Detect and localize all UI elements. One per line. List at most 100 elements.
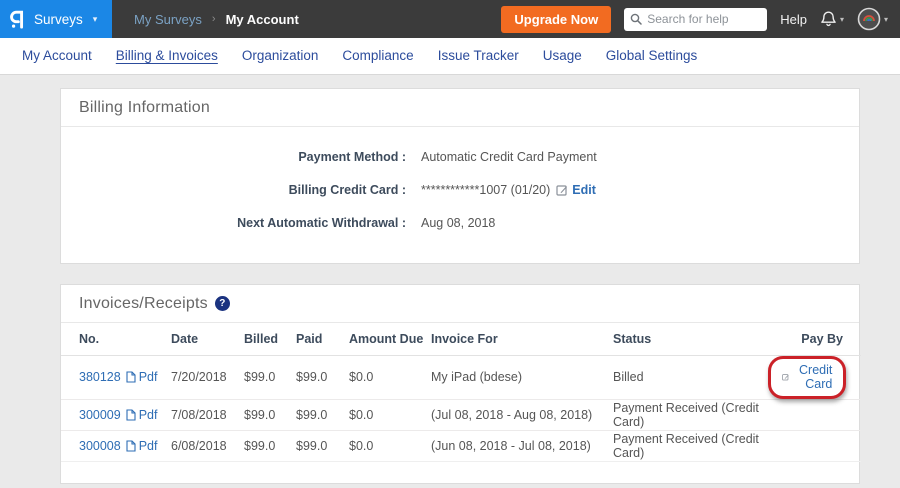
invoice-amount-due: $0.0 bbox=[349, 355, 431, 399]
col-billed: Billed bbox=[244, 323, 296, 355]
help-search[interactable] bbox=[624, 8, 767, 31]
invoice-paid: $99.0 bbox=[296, 430, 349, 461]
user-menu[interactable]: ▾ bbox=[857, 7, 888, 31]
invoice-amount-due: $0.0 bbox=[349, 430, 431, 461]
invoice-for: (Jul 08, 2018 - Aug 08, 2018) bbox=[431, 399, 613, 430]
bell-icon bbox=[820, 10, 837, 28]
billing-credit-card-label: Billing Credit Card : bbox=[61, 183, 406, 197]
invoices-receipts-header: Invoices/Receipts ? bbox=[61, 285, 859, 323]
billing-credit-card-row: Billing Credit Card : ************1007 (… bbox=[61, 173, 859, 206]
breadcrumb-my-surveys[interactable]: My Surveys bbox=[134, 12, 202, 27]
tab-compliance[interactable]: Compliance bbox=[330, 38, 425, 74]
tab-usage[interactable]: Usage bbox=[531, 38, 594, 74]
main-content: Billing Information Payment Method : Aut… bbox=[0, 75, 900, 484]
help-question-icon[interactable]: ? bbox=[215, 296, 230, 311]
pencil-square-icon bbox=[556, 184, 568, 196]
questionpro-logo-icon bbox=[9, 8, 26, 30]
invoice-billed: $99.0 bbox=[244, 355, 296, 399]
payment-method-value: Automatic Credit Card Payment bbox=[421, 150, 597, 164]
pdf-label: Pdf bbox=[139, 408, 158, 422]
pdf-label: Pdf bbox=[139, 370, 158, 384]
payment-method-label: Payment Method : bbox=[61, 150, 406, 164]
col-status: Status bbox=[613, 323, 768, 355]
col-paid: Paid bbox=[296, 323, 349, 355]
upgrade-now-button[interactable]: Upgrade Now bbox=[501, 6, 611, 33]
pdf-document-icon bbox=[126, 440, 136, 452]
search-icon bbox=[630, 13, 642, 25]
chevron-down-icon: ▾ bbox=[884, 15, 888, 24]
breadcrumb-separator-icon: › bbox=[212, 13, 216, 25]
billing-information-header: Billing Information bbox=[61, 89, 859, 127]
pdf-document-icon bbox=[126, 371, 136, 383]
next-withdrawal-value: Aug 08, 2018 bbox=[421, 216, 495, 230]
invoice-billed: $99.0 bbox=[244, 399, 296, 430]
table-bottom-padding bbox=[61, 462, 859, 483]
invoice-pay-by bbox=[768, 430, 861, 461]
invoice-row-380128: 380128 Pdf 7/20/2018 $99.0 $99.0 $0.0 My… bbox=[61, 355, 861, 399]
invoices-receipts-title: Invoices/Receipts bbox=[79, 295, 208, 313]
invoice-billed: $99.0 bbox=[244, 430, 296, 461]
next-withdrawal-row: Next Automatic Withdrawal : Aug 08, 2018 bbox=[61, 206, 859, 239]
pdf-link[interactable]: Pdf bbox=[126, 370, 158, 384]
credit-card-highlight-annotation: Credit Card bbox=[768, 356, 846, 399]
col-pay-by: Pay By bbox=[768, 323, 861, 355]
invoice-status: Payment Received (Credit Card) bbox=[613, 399, 768, 430]
invoice-number-link[interactable]: 380128 bbox=[79, 370, 121, 384]
help-link[interactable]: Help bbox=[780, 12, 807, 27]
invoice-for: (Jun 08, 2018 - Jul 08, 2018) bbox=[431, 430, 613, 461]
col-no: No. bbox=[61, 323, 171, 355]
top-header: Surveys ▾ My Surveys › My Account Upgrad… bbox=[0, 0, 900, 38]
tab-global-settings[interactable]: Global Settings bbox=[594, 38, 710, 74]
invoice-row-300009: 300009 Pdf 7/08/2018 $99.0 $99.0 $0.0 (J… bbox=[61, 399, 861, 430]
invoice-status: Payment Received (Credit Card) bbox=[613, 430, 768, 461]
account-tabs: My Account Billing & Invoices Organizati… bbox=[0, 38, 900, 75]
edit-credit-card-link[interactable]: Edit bbox=[556, 183, 596, 197]
tab-organization[interactable]: Organization bbox=[230, 38, 331, 74]
tab-my-account[interactable]: My Account bbox=[10, 38, 104, 74]
breadcrumb: My Surveys › My Account bbox=[134, 12, 299, 27]
col-invoice-for: Invoice For bbox=[431, 323, 613, 355]
invoice-paid: $99.0 bbox=[296, 355, 349, 399]
invoice-date: 7/20/2018 bbox=[171, 355, 244, 399]
chevron-down-icon: ▾ bbox=[840, 15, 844, 24]
invoice-number-link[interactable]: 300009 bbox=[79, 408, 121, 422]
invoices-receipts-card: Invoices/Receipts ? No. Date Billed Paid… bbox=[60, 284, 860, 484]
table-header-row: No. Date Billed Paid Amount Due Invoice … bbox=[61, 323, 861, 355]
chevron-down-icon: ▾ bbox=[93, 14, 98, 25]
product-menu-label: Surveys bbox=[34, 12, 83, 27]
invoice-status: Billed bbox=[613, 355, 768, 399]
pdf-label: Pdf bbox=[139, 439, 158, 453]
tab-issue-tracker[interactable]: Issue Tracker bbox=[426, 38, 531, 74]
invoice-date: 6/08/2018 bbox=[171, 430, 244, 461]
col-date: Date bbox=[171, 323, 244, 355]
payment-method-row: Payment Method : Automatic Credit Card P… bbox=[61, 140, 859, 173]
col-amount-due: Amount Due bbox=[349, 323, 431, 355]
notifications-menu[interactable]: ▾ bbox=[820, 10, 844, 28]
next-withdrawal-label: Next Automatic Withdrawal : bbox=[61, 216, 406, 230]
billing-information-card: Billing Information Payment Method : Aut… bbox=[60, 88, 860, 264]
invoice-for: My iPad (bdese) bbox=[431, 355, 613, 399]
invoice-pay-by bbox=[768, 399, 861, 430]
billing-information-body: Payment Method : Automatic Credit Card P… bbox=[61, 127, 859, 263]
user-avatar bbox=[857, 7, 881, 31]
invoice-amount-due: $0.0 bbox=[349, 399, 431, 430]
invoice-paid: $99.0 bbox=[296, 399, 349, 430]
pay-by-label: Credit Card bbox=[794, 363, 832, 391]
breadcrumb-my-account: My Account bbox=[226, 12, 299, 27]
card-number-masked: ************1007 (01/20) bbox=[421, 183, 550, 197]
pdf-link[interactable]: Pdf bbox=[126, 439, 158, 453]
billing-information-title: Billing Information bbox=[79, 99, 210, 117]
pdf-document-icon bbox=[126, 409, 136, 421]
invoice-row-300008: 300008 Pdf 6/08/2018 $99.0 $99.0 $0.0 (J… bbox=[61, 430, 861, 461]
billing-credit-card-value: ************1007 (01/20) Edit bbox=[421, 183, 596, 197]
search-input[interactable] bbox=[647, 12, 757, 26]
header-actions: Upgrade Now Help ▾ ▾ bbox=[501, 6, 900, 33]
invoice-number-link[interactable]: 300008 bbox=[79, 439, 121, 453]
invoice-date: 7/08/2018 bbox=[171, 399, 244, 430]
pencil-square-icon bbox=[782, 371, 789, 383]
product-menu[interactable]: Surveys ▾ bbox=[0, 0, 112, 38]
pdf-link[interactable]: Pdf bbox=[126, 408, 158, 422]
edit-label: Edit bbox=[572, 183, 596, 197]
tab-billing-invoices[interactable]: Billing & Invoices bbox=[104, 38, 230, 74]
pay-by-credit-card-link[interactable]: Credit Card bbox=[782, 363, 832, 391]
